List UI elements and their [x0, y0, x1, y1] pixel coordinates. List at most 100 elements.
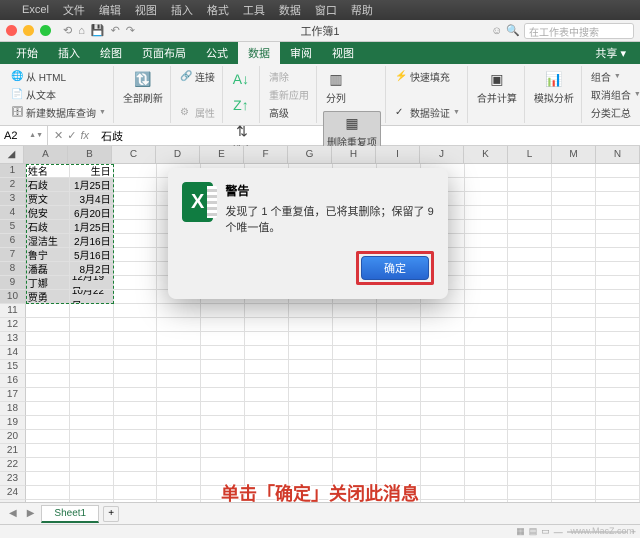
cell[interactable] [596, 276, 640, 290]
sheet-nav-prev-icon[interactable]: ▶ [24, 508, 38, 519]
group-button[interactable]: 组合 ▼ [588, 68, 640, 85]
cell[interactable] [421, 444, 465, 458]
connections-button[interactable]: 🔗连接 [177, 68, 218, 85]
add-sheet-button[interactable]: + [103, 506, 119, 522]
select-all-corner[interactable]: ◢ [0, 146, 24, 163]
cell[interactable] [333, 346, 377, 360]
data-validation-button[interactable]: ✓数据验证 ▼ [392, 104, 463, 121]
cell[interactable] [421, 346, 465, 360]
cell[interactable] [157, 430, 201, 444]
cell[interactable] [552, 360, 596, 374]
cell[interactable]: 3月4日 [70, 192, 114, 206]
cell[interactable] [333, 444, 377, 458]
cell[interactable] [552, 346, 596, 360]
smile-icon[interactable]: ☺ [491, 25, 502, 37]
cell[interactable] [596, 248, 640, 262]
sheet-tab[interactable]: Sheet1 [41, 505, 99, 523]
menu-tools[interactable]: 工具 [243, 2, 265, 18]
cell[interactable] [552, 304, 596, 318]
cell[interactable] [465, 248, 509, 262]
cell[interactable] [157, 304, 201, 318]
row-head[interactable]: 10 [0, 290, 26, 304]
cell[interactable] [201, 458, 245, 472]
cell[interactable] [26, 346, 70, 360]
cell[interactable] [333, 318, 377, 332]
cell[interactable] [421, 332, 465, 346]
cell[interactable] [508, 416, 552, 430]
cell[interactable] [465, 388, 509, 402]
menu-help[interactable]: 帮助 [351, 2, 373, 18]
cell[interactable] [333, 360, 377, 374]
cell[interactable] [70, 402, 114, 416]
cell[interactable] [377, 346, 421, 360]
cell[interactable] [421, 416, 465, 430]
cell[interactable] [201, 304, 245, 318]
row-head[interactable]: 15 [0, 360, 26, 374]
col-head-I[interactable]: I [376, 146, 420, 163]
cell[interactable] [157, 374, 201, 388]
share-button[interactable]: 共享 ▾ [587, 42, 634, 64]
cell[interactable] [465, 206, 509, 220]
cell[interactable] [552, 164, 596, 178]
col-head-J[interactable]: J [420, 146, 464, 163]
cell[interactable] [114, 416, 158, 430]
cell[interactable] [596, 388, 640, 402]
cell[interactable] [421, 360, 465, 374]
cell[interactable]: 2月16日 [70, 234, 114, 248]
cell[interactable] [114, 374, 158, 388]
cell[interactable] [114, 178, 158, 192]
cell[interactable] [552, 402, 596, 416]
row-head[interactable]: 7 [0, 248, 26, 262]
cell[interactable] [201, 388, 245, 402]
properties-button[interactable]: ⚙属性 [177, 104, 218, 121]
cell[interactable] [70, 332, 114, 346]
formula-input[interactable]: 石歧 [95, 128, 640, 144]
cell[interactable] [465, 318, 509, 332]
cell[interactable] [465, 360, 509, 374]
clear-button[interactable]: 清除 [266, 68, 312, 85]
cell[interactable] [333, 304, 377, 318]
cell[interactable] [596, 360, 640, 374]
cell[interactable] [596, 178, 640, 192]
tab-insert[interactable]: 插入 [48, 42, 90, 64]
cell[interactable] [421, 374, 465, 388]
row-head[interactable]: 20 [0, 430, 26, 444]
cell[interactable] [377, 430, 421, 444]
tab-home[interactable]: 开始 [6, 42, 48, 64]
cell[interactable] [114, 290, 158, 304]
cell[interactable]: 丁娜 [26, 276, 70, 290]
zoom-icon[interactable] [40, 25, 51, 36]
cell[interactable] [114, 444, 158, 458]
sort-asc-button[interactable]: A↓ [229, 68, 253, 90]
row-head[interactable]: 16 [0, 374, 26, 388]
cell[interactable]: 8月2日 [70, 262, 114, 276]
fx-icon[interactable]: fx [80, 130, 89, 142]
cell[interactable] [552, 332, 596, 346]
cell[interactable] [114, 206, 158, 220]
cell[interactable] [552, 444, 596, 458]
autosave-icon[interactable]: ⟲ [63, 24, 72, 37]
from-html-button[interactable]: 🌐从 HTML [8, 68, 109, 85]
col-head-H[interactable]: H [332, 146, 376, 163]
cell[interactable] [596, 164, 640, 178]
cell[interactable] [552, 192, 596, 206]
cell[interactable] [201, 444, 245, 458]
cell[interactable] [26, 332, 70, 346]
col-head-M[interactable]: M [552, 146, 596, 163]
row-head[interactable]: 3 [0, 192, 26, 206]
cell[interactable] [201, 430, 245, 444]
cell[interactable] [465, 458, 509, 472]
cell[interactable] [201, 318, 245, 332]
cell[interactable] [245, 360, 289, 374]
row-head[interactable]: 11 [0, 304, 26, 318]
cell[interactable] [26, 388, 70, 402]
cell[interactable] [596, 332, 640, 346]
search-input[interactable]: 在工作表中搜索 [524, 23, 634, 39]
cell[interactable] [289, 458, 333, 472]
row-head[interactable]: 17 [0, 388, 26, 402]
row-head[interactable]: 4 [0, 206, 26, 220]
cell[interactable] [114, 402, 158, 416]
cell[interactable] [245, 304, 289, 318]
cell[interactable] [465, 444, 509, 458]
cell[interactable]: 6月20日 [70, 206, 114, 220]
